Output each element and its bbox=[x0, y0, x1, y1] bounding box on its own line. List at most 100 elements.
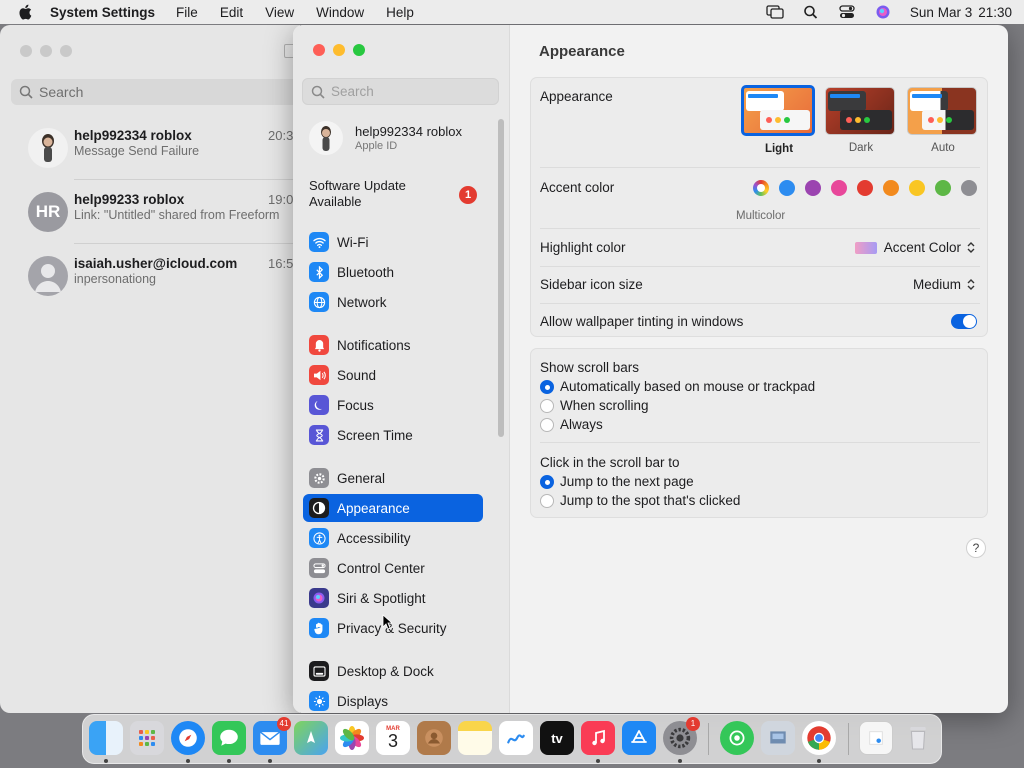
menu-bar-time[interactable]: 21:30 bbox=[978, 5, 1012, 20]
trash-icon[interactable] bbox=[901, 721, 935, 755]
accent-green-swatch[interactable] bbox=[935, 180, 951, 196]
appearance-option-auto[interactable]: Auto bbox=[907, 87, 979, 154]
preview-icon[interactable] bbox=[761, 721, 795, 755]
dock-icon bbox=[309, 661, 329, 681]
photos-icon[interactable] bbox=[335, 721, 369, 755]
menu-view[interactable]: View bbox=[265, 5, 294, 20]
tv-icon[interactable]: tv bbox=[540, 721, 574, 755]
bell-icon bbox=[309, 335, 329, 355]
freeform-icon[interactable] bbox=[499, 721, 533, 755]
memoji-avatar bbox=[309, 121, 343, 155]
sidebar-item-accessibility[interactable]: Accessibility bbox=[303, 524, 483, 552]
conversation-item[interactable]: help992334 roblox 20:3 Message Send Fail… bbox=[0, 128, 300, 192]
system-settings-window: help992334 roblox Apple ID Software Upda… bbox=[293, 25, 1008, 713]
menu-window[interactable]: Window bbox=[316, 5, 364, 20]
find-my-icon[interactable] bbox=[720, 721, 754, 755]
finder-icon[interactable] bbox=[89, 721, 123, 755]
sidebar-item-sound[interactable]: Sound bbox=[303, 361, 483, 389]
siri-icon[interactable] bbox=[874, 5, 892, 19]
sidebar-item-bluetooth[interactable]: Bluetooth bbox=[303, 258, 483, 286]
chrome-icon[interactable] bbox=[802, 721, 836, 755]
minimize-button[interactable] bbox=[333, 44, 345, 56]
sidebar-item-desktop-dock[interactable]: Desktop & Dock bbox=[303, 657, 483, 685]
sidebar-item-siri-spotlight[interactable]: Siri & Spotlight bbox=[303, 584, 483, 612]
calendar-icon[interactable]: MAR 3 bbox=[376, 721, 410, 755]
hourglass-icon bbox=[309, 425, 329, 445]
contacts-icon[interactable] bbox=[417, 721, 451, 755]
close-button[interactable] bbox=[313, 44, 325, 56]
menu-file[interactable]: File bbox=[176, 5, 198, 20]
app-name-menu[interactable]: System Settings bbox=[50, 5, 155, 20]
accent-purple-swatch[interactable] bbox=[805, 180, 821, 196]
accent-pink-swatch[interactable] bbox=[831, 180, 847, 196]
conversation-item[interactable]: isaiah.usher@icloud.com 16:5 inpersonati… bbox=[0, 256, 300, 320]
scroll-bars-option-always[interactable]: Always bbox=[540, 417, 603, 432]
sidebar-search-field[interactable] bbox=[302, 78, 499, 105]
appearance-option-light[interactable]: Light bbox=[741, 85, 815, 155]
messages-traffic-lights[interactable] bbox=[20, 45, 72, 57]
sidebar-item-wifi[interactable]: Wi-Fi bbox=[303, 228, 483, 256]
sidebar-item-privacy-security[interactable]: Privacy & Security bbox=[303, 614, 483, 642]
update-badge: 1 bbox=[459, 186, 477, 204]
sidebar-item-notifications[interactable]: Notifications bbox=[303, 331, 483, 359]
menu-edit[interactable]: Edit bbox=[220, 5, 243, 20]
scroll-bars-option-scrolling[interactable]: When scrolling bbox=[540, 398, 649, 413]
sidebar-search-input[interactable] bbox=[331, 84, 491, 99]
sidebar-item-screen-time[interactable]: Screen Time bbox=[303, 421, 483, 449]
radio-button[interactable] bbox=[540, 379, 554, 394]
scroll-bars-option-auto[interactable]: Automatically based on mouse or trackpad bbox=[540, 379, 815, 394]
music-icon[interactable] bbox=[581, 721, 615, 755]
notes-icon[interactable] bbox=[458, 721, 492, 755]
menu-help[interactable]: Help bbox=[386, 5, 414, 20]
help-button[interactable]: ? bbox=[966, 538, 986, 558]
screen-mirroring-icon[interactable] bbox=[766, 5, 784, 19]
sidebar-item-label: Sound bbox=[337, 367, 377, 383]
appearance-option-dark[interactable]: Dark bbox=[825, 87, 897, 154]
accent-color-label: Accent color bbox=[540, 180, 615, 195]
messages-icon[interactable] bbox=[212, 721, 246, 755]
radio-button[interactable] bbox=[540, 493, 554, 508]
radio-button[interactable] bbox=[540, 398, 554, 413]
launchpad-icon[interactable] bbox=[130, 721, 164, 755]
safari-icon[interactable] bbox=[171, 721, 205, 755]
click-scroll-option-next-page[interactable]: Jump to the next page bbox=[540, 474, 694, 489]
accent-blue-swatch[interactable] bbox=[779, 180, 795, 196]
highlight-color-popup[interactable]: Accent Color bbox=[854, 240, 975, 255]
accent-graphite-swatch[interactable] bbox=[961, 180, 977, 196]
maps-icon[interactable] bbox=[294, 721, 328, 755]
dark-theme-thumbnail bbox=[825, 87, 895, 135]
sidebar-icon-size-value: Medium bbox=[912, 277, 961, 292]
appearance-option-label: Light bbox=[764, 143, 794, 155]
zoom-button[interactable] bbox=[353, 44, 365, 56]
sidebar-icon-size-label: Sidebar icon size bbox=[540, 277, 643, 292]
click-scroll-option-spot[interactable]: Jump to the spot that's clicked bbox=[540, 493, 740, 508]
messages-search-field[interactable]: Search bbox=[11, 79, 311, 105]
menu-bar-date[interactable]: Sun Mar 3 bbox=[910, 5, 972, 20]
accent-multicolor-swatch[interactable] bbox=[753, 180, 769, 196]
accent-yellow-swatch[interactable] bbox=[909, 180, 925, 196]
accent-red-swatch[interactable] bbox=[857, 180, 873, 196]
spotlight-search-icon[interactable] bbox=[802, 5, 820, 19]
sidebar-item-appearance[interactable]: Appearance bbox=[303, 494, 483, 522]
radio-button[interactable] bbox=[540, 474, 554, 489]
sidebar-item-focus[interactable]: Focus bbox=[303, 391, 483, 419]
sidebar-item-displays[interactable]: Displays bbox=[303, 687, 483, 713]
accent-orange-swatch[interactable] bbox=[883, 180, 899, 196]
app-store-icon[interactable] bbox=[622, 721, 656, 755]
click-scroll-bar-label: Click in the scroll bar to bbox=[540, 455, 680, 470]
conversation-item[interactable]: HR help99233 roblox 19:0 Link: "Untitled… bbox=[0, 192, 300, 256]
wallpaper-tinting-toggle[interactable] bbox=[951, 314, 977, 329]
apple-icon[interactable] bbox=[18, 4, 32, 20]
menu-bar: System Settings File Edit View Window He… bbox=[0, 0, 1024, 24]
sidebar-item-control-center[interactable]: Control Center bbox=[303, 554, 483, 582]
software-update-item[interactable]: Software Update Available 1 bbox=[309, 178, 484, 212]
sidebar-item-network[interactable]: Network bbox=[303, 288, 483, 316]
sidebar-item-general[interactable]: General bbox=[303, 464, 483, 492]
sidebar-icon-size-popup[interactable]: Medium bbox=[913, 277, 975, 292]
control-center-icon[interactable] bbox=[838, 5, 856, 19]
sidebar-scrollbar[interactable] bbox=[498, 119, 504, 437]
radio-button[interactable] bbox=[540, 417, 554, 432]
person-avatar-icon bbox=[28, 256, 68, 296]
document-icon[interactable] bbox=[859, 721, 893, 755]
apple-id-profile[interactable]: help992334 roblox Apple ID bbox=[309, 121, 499, 157]
